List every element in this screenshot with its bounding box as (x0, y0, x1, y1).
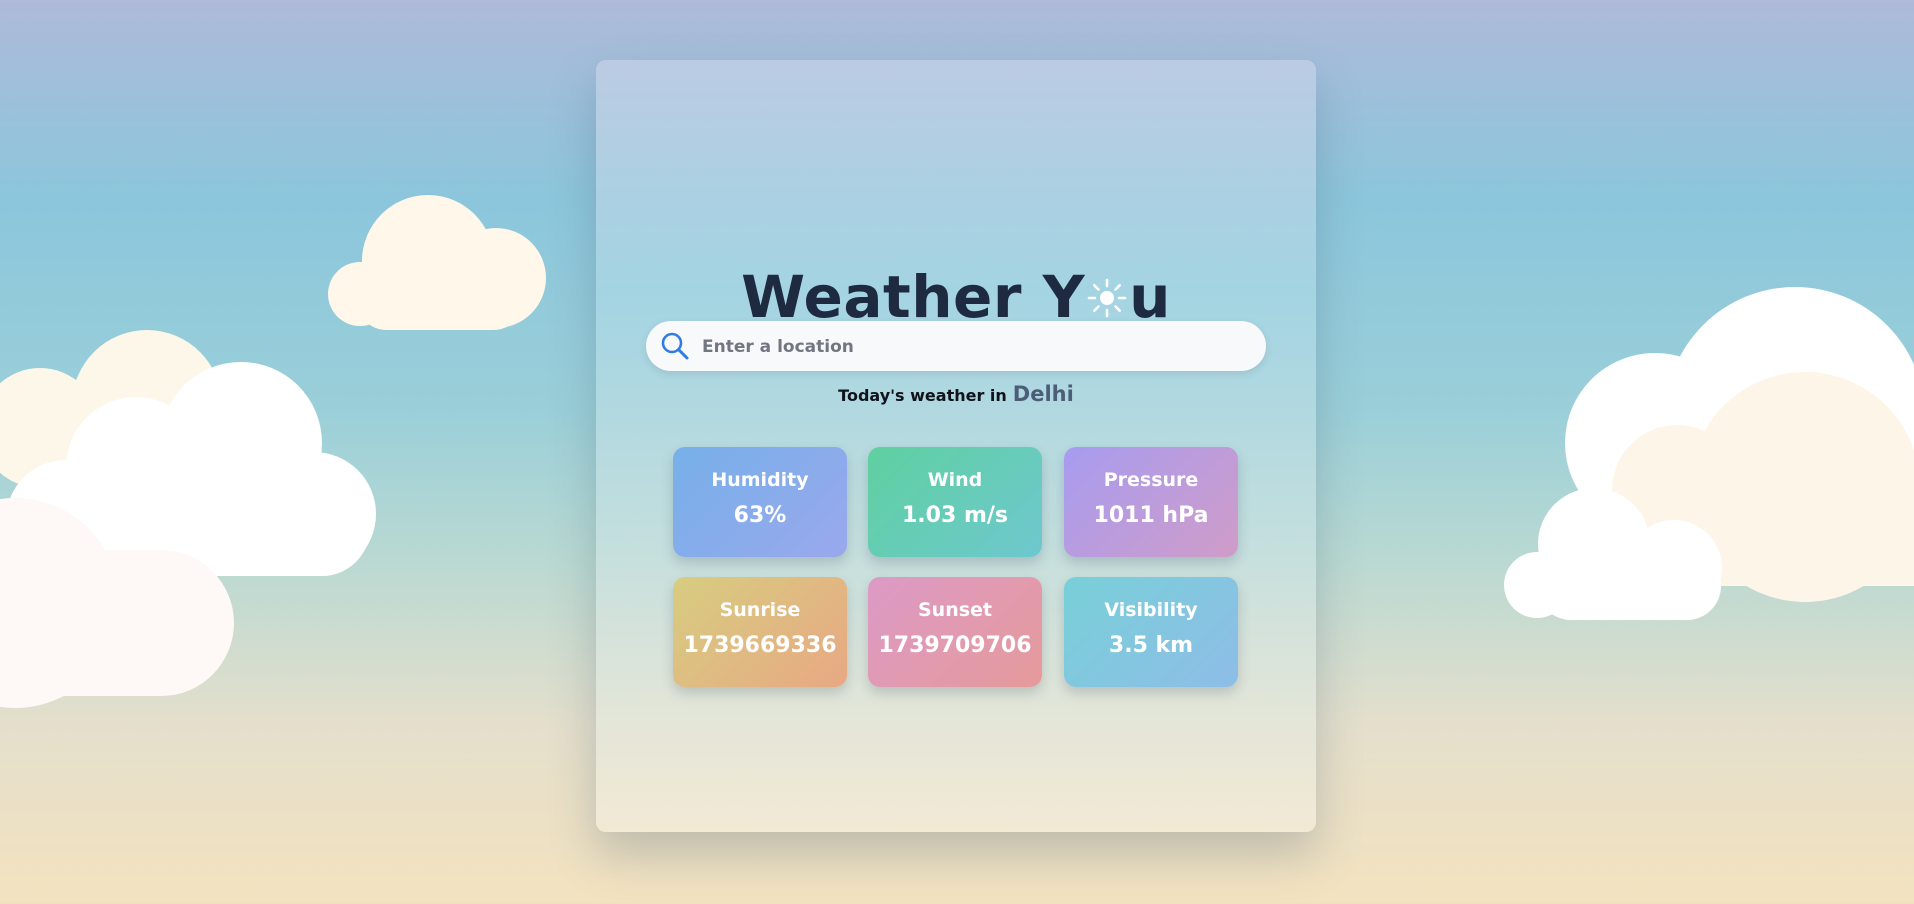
sunrise-tile: Sunrise 1739669336 (673, 577, 847, 687)
pressure-value: 1011 hPa (1093, 503, 1209, 528)
wind-label: Wind (927, 469, 983, 491)
sunrise-label: Sunrise (719, 599, 801, 621)
sunset-tile: Sunset 1739709706 (868, 577, 1042, 687)
sunset-label: Sunset (917, 599, 992, 621)
pressure-label: Pressure (1103, 469, 1199, 491)
visibility-tile: Visibility 3.5 km (1064, 577, 1238, 687)
sun-icon (1086, 254, 1128, 318)
wind-value: 1.03 m/s (902, 503, 1008, 528)
sunrise-value: 1739669336 (683, 633, 837, 658)
visibility-value: 3.5 km (1108, 633, 1194, 658)
today-label: Today's weather in (838, 386, 1007, 405)
search-icon[interactable] (660, 331, 690, 361)
search-bar[interactable] (646, 321, 1266, 371)
search-input[interactable] (700, 329, 1244, 365)
sunset-value: 1739709706 (878, 633, 1032, 658)
humidity-tile: Humidity 63% (673, 447, 847, 557)
wind-tile: Wind 1.03 m/s (868, 447, 1042, 557)
visibility-label: Visibility (1104, 599, 1198, 621)
today-weather-heading: Today's weather in Delhi (596, 382, 1316, 406)
humidity-value: 63% (733, 503, 787, 528)
humidity-label: Humidity (711, 469, 809, 491)
weather-card: Weather Y u Today (596, 60, 1316, 832)
city-name: Delhi (1012, 382, 1074, 406)
pressure-tile: Pressure 1011 hPa (1064, 447, 1238, 557)
